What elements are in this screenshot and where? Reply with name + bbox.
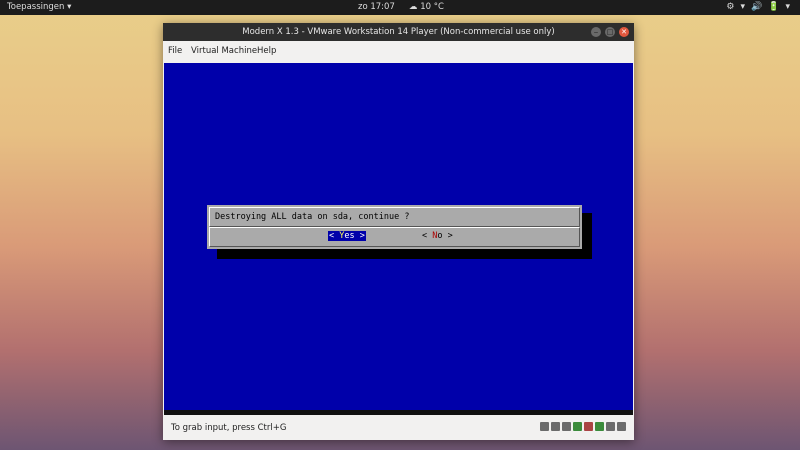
status-bar: To grab input, press Ctrl+G [163, 415, 634, 440]
menu-file[interactable]: File [168, 46, 182, 56]
yes-rest: es > [344, 231, 365, 241]
no-open: < [422, 231, 433, 241]
menu-bar: File Virtual Machine Help [163, 41, 634, 63]
window-titlebar[interactable]: Modern X 1.3 - VMware Workstation 14 Pla… [163, 23, 634, 41]
close-button[interactable]: ✕ [619, 27, 629, 37]
usb-icon[interactable] [562, 422, 571, 431]
hard-disk-icon[interactable] [540, 422, 549, 431]
no-button[interactable]: < No > [422, 231, 453, 241]
vm-console[interactable]: Destroying ALL data on sda, continue ? <… [164, 63, 633, 415]
cd-drive-icon[interactable] [551, 422, 560, 431]
yes-button[interactable]: < Yes > [328, 231, 366, 241]
minimize-button[interactable]: ‒ [591, 27, 601, 37]
battery-icon[interactable]: 🔋 [768, 1, 779, 14]
applications-menu[interactable]: Toepassingen ▾ [7, 2, 71, 12]
display-icon[interactable] [595, 422, 604, 431]
device-icons [540, 422, 626, 431]
confirm-dialog: Destroying ALL data on sda, continue ? <… [207, 205, 582, 249]
network-adapter-icon[interactable] [573, 422, 582, 431]
printer-icon[interactable] [606, 422, 615, 431]
message-log-icon[interactable] [617, 422, 626, 431]
menu-help[interactable]: Help [257, 46, 276, 56]
grab-input-hint: To grab input, press Ctrl+G [171, 423, 287, 433]
volume-icon[interactable]: 🔊 [751, 1, 762, 14]
system-top-bar: Toepassingen ▾ zo 17:07 ☁ 10 °C ⚙ ▾ 🔊 🔋 … [0, 0, 800, 15]
window-title: Modern X 1.3 - VMware Workstation 14 Pla… [242, 27, 555, 37]
dialog-button-frame [209, 227, 580, 247]
menu-virtual-machine[interactable]: Virtual Machine [191, 46, 257, 56]
sound-card-icon[interactable] [584, 422, 593, 431]
no-rest: o > [437, 231, 453, 241]
dialog-message: Destroying ALL data on sda, continue ? [215, 212, 410, 222]
system-menu-chevron-icon[interactable]: ▾ [785, 1, 790, 14]
weather-indicator[interactable]: ☁ 10 °C [409, 2, 444, 12]
yes-open: < [329, 231, 340, 241]
network-icon[interactable]: ▾ [741, 1, 746, 14]
clock[interactable]: zo 17:07 [358, 2, 395, 12]
system-tray[interactable]: ⚙ ▾ 🔊 🔋 ▾ [726, 1, 790, 14]
tray-status-icon[interactable]: ⚙ [726, 1, 734, 14]
vmware-window: Modern X 1.3 - VMware Workstation 14 Pla… [163, 23, 634, 440]
maximize-button[interactable]: □ [605, 27, 615, 37]
